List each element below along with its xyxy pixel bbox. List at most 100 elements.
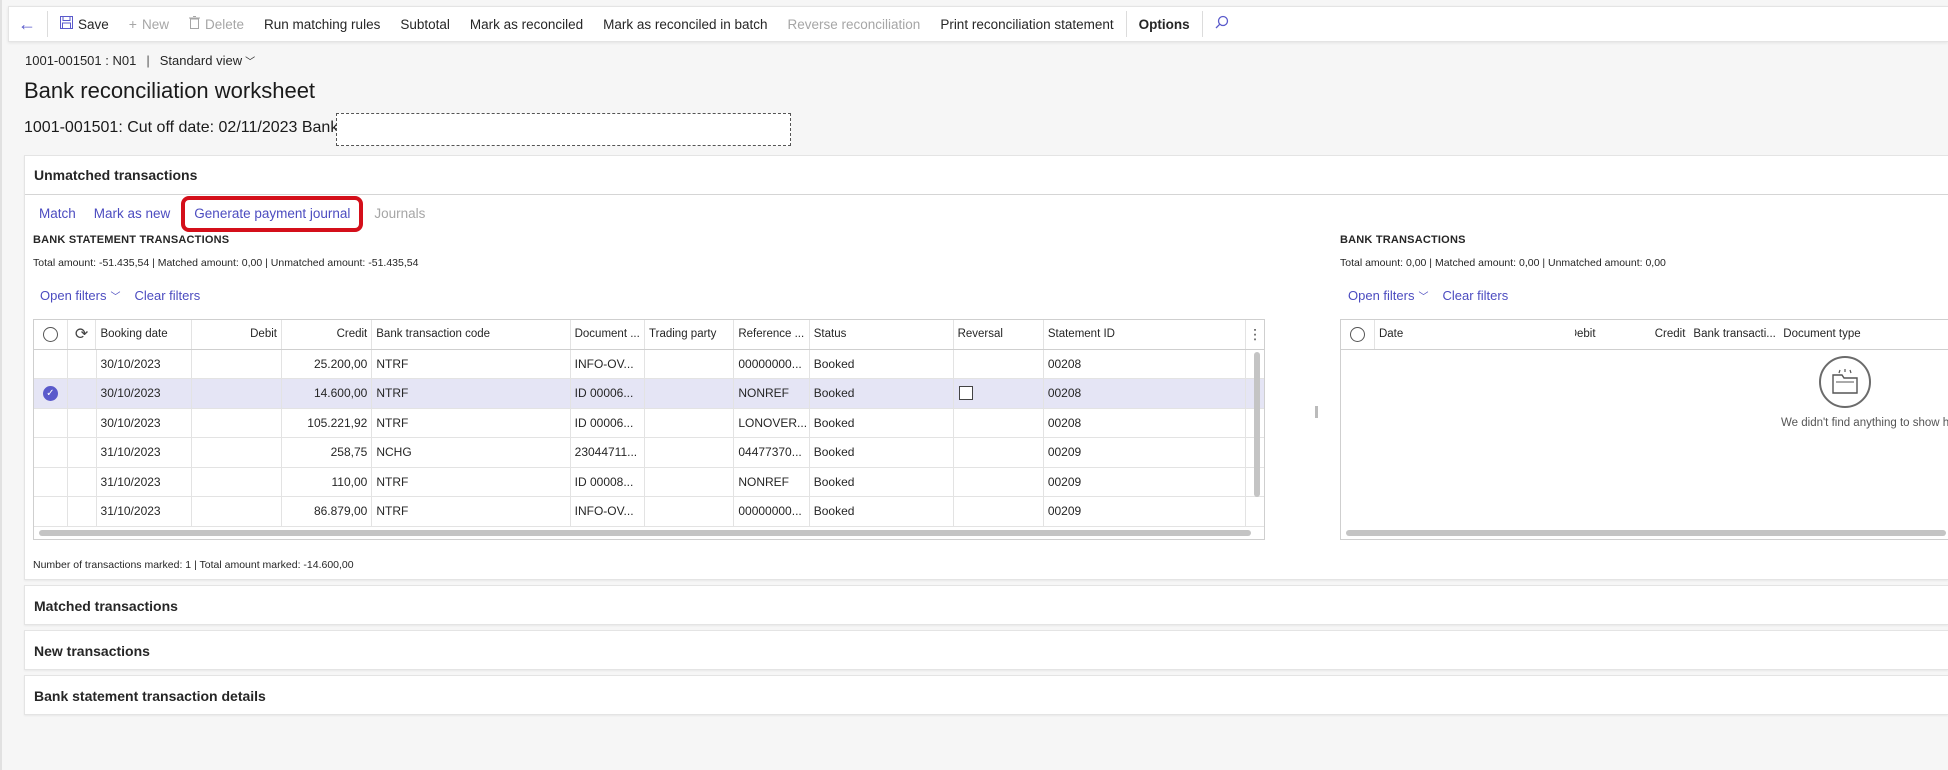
journals-button[interactable]: Journals <box>365 200 434 228</box>
page-title: Bank reconciliation worksheet <box>24 78 316 103</box>
row-spacer <box>68 438 97 467</box>
cell-debit <box>192 349 283 378</box>
empty-state-message: We didn't find anything to show he <box>1781 417 1948 429</box>
run-matching-rules-button[interactable]: Run matching rules <box>254 7 390 41</box>
section-header-details[interactable]: Bank statement transaction details <box>25 676 1948 716</box>
open-filters-button[interactable]: Open filters ﹀ <box>40 288 120 303</box>
plus-icon: + <box>128 16 137 32</box>
pane-splitter-handle[interactable] <box>1315 406 1318 418</box>
cell-bank-transaction-code: NTRF <box>372 497 571 526</box>
refresh-icon[interactable]: ⟳ <box>68 320 97 349</box>
cell-reversal[interactable] <box>954 349 1044 378</box>
cell-reversal[interactable] <box>954 497 1044 526</box>
radio-icon <box>1349 326 1365 342</box>
open-filters-label: Open filters <box>1348 288 1415 303</box>
breadcrumb: 1001-001501 : N01 | Standard view ﹀ <box>25 53 255 68</box>
select-all-radio[interactable] <box>1341 320 1375 349</box>
cell-reversal[interactable] <box>954 408 1044 437</box>
cell-statement-id: 00208 <box>1044 379 1247 408</box>
column-header-reversal[interactable]: Reversal <box>954 320 1044 349</box>
section-header-matched[interactable]: Matched transactions <box>25 586 1948 626</box>
clear-filters-button[interactable]: Clear filters <box>134 288 200 303</box>
cell-statement-id: 00209 <box>1044 467 1247 496</box>
table-row[interactable]: 30/10/2023 25.200,00 NTRF INFO-OV... 0000000… <box>34 349 1264 379</box>
bank-filters: Open filters ﹀ Clear filters <box>1348 288 1508 303</box>
save-button[interactable]: Save <box>50 7 119 41</box>
mark-as-reconciled-batch-button[interactable]: Mark as reconciled in batch <box>593 7 777 41</box>
cell-status: Booked <box>810 497 954 526</box>
chevron-down-icon: ﹀ <box>110 292 121 303</box>
mark-as-new-button[interactable]: Mark as new <box>85 200 180 228</box>
table-row[interactable]: 31/10/2023 110,00 NTRF ID 00008... NONREF Boo… <box>34 467 1264 497</box>
back-arrow-icon[interactable]: ← <box>9 14 45 35</box>
table-row[interactable]: 31/10/2023 258,75 NCHG 23044711... 04477370.… <box>34 438 1264 468</box>
column-header-date[interactable]: Date <box>1375 320 1575 349</box>
column-header-credit[interactable]: Credit <box>1600 320 1690 349</box>
section-header-new[interactable]: New transactions <box>25 631 1948 671</box>
column-header-document[interactable]: Document ... <box>571 320 646 349</box>
column-header-debit[interactable]: Debit <box>1575 320 1600 349</box>
column-header-statement-id[interactable]: Statement ID <box>1044 320 1247 349</box>
column-header-credit[interactable]: Credit <box>282 320 373 349</box>
open-filters-button[interactable]: Open filters ﹀ <box>1348 288 1428 303</box>
row-select-radio[interactable] <box>34 408 68 437</box>
table-row[interactable]: ✓ 30/10/2023 14.600,00 NTRF ID 00006... NONRE… <box>34 379 1264 409</box>
column-header-status[interactable]: Status <box>810 320 954 349</box>
column-header-debit[interactable]: Debit <box>192 320 282 349</box>
row-select-radio[interactable] <box>34 349 68 378</box>
table-row[interactable]: 31/10/2023 86.879,00 NTRF INFO-OV... 0000000… <box>34 497 1264 527</box>
subtotal-button[interactable]: Subtotal <box>390 7 460 41</box>
row-select-radio[interactable] <box>34 438 68 467</box>
delete-button[interactable]: Delete <box>179 7 254 41</box>
cell-reference: LONOVER... <box>734 408 810 437</box>
cell-bank-transaction-code: NTRF <box>372 379 571 408</box>
cell-document: ID 00008... <box>571 467 646 496</box>
column-header-bank-transaction-code[interactable]: Bank transaction code <box>372 320 571 349</box>
statement-totals: Total amount: -51.435,54 | Matched amoun… <box>33 257 419 269</box>
print-reconciliation-statement-button[interactable]: Print reconciliation statement <box>930 7 1123 41</box>
mark-as-reconciled-button[interactable]: Mark as reconciled <box>460 7 593 41</box>
cell-reversal[interactable] <box>954 438 1044 467</box>
bank-field[interactable] <box>336 113 791 146</box>
vertical-scrollbar[interactable] <box>1254 352 1260 497</box>
cell-credit: 110,00 <box>282 467 373 496</box>
row-spacer <box>68 497 97 526</box>
check-icon: ✓ <box>42 385 58 401</box>
section-header-unmatched[interactable]: Unmatched transactions <box>25 156 1948 195</box>
generate-payment-journal-button[interactable]: Generate payment journal <box>181 196 364 232</box>
reverse-reconciliation-button[interactable]: Reverse reconciliation <box>778 7 931 41</box>
horizontal-scrollbar[interactable] <box>39 530 1251 536</box>
trash-icon <box>188 16 200 32</box>
cell-credit: 14.600,00 <box>282 379 373 408</box>
cell-trading-party <box>645 467 735 496</box>
cell-statement-id: 00208 <box>1044 349 1247 378</box>
cell-reversal[interactable] <box>954 467 1044 496</box>
cell-trading-party <box>645 349 735 378</box>
new-button[interactable]: + New <box>119 7 179 41</box>
match-button[interactable]: Match <box>30 200 85 228</box>
view-selector[interactable]: Standard view ﹀ <box>160 53 255 68</box>
column-options-more-icon[interactable]: ⋮ <box>1246 320 1264 349</box>
horizontal-scrollbar[interactable] <box>1346 530 1946 536</box>
column-header-reference[interactable]: Reference ... <box>734 320 810 349</box>
table-row[interactable]: 30/10/2023 105.221,92 NTRF ID 00006... LONOV… <box>34 408 1264 438</box>
clear-filters-button[interactable]: Clear filters <box>1442 288 1508 303</box>
cell-reversal[interactable] <box>954 379 1044 408</box>
record-id: 1001-001501 : N01 <box>25 53 137 68</box>
column-header-document-type[interactable]: Document type <box>1779 320 1948 349</box>
row-select-radio[interactable] <box>34 497 68 526</box>
column-header-trading-party[interactable]: Trading party <box>645 320 735 349</box>
select-all-radio[interactable] <box>34 320 68 349</box>
column-header-booking-date[interactable]: Booking date <box>96 320 192 349</box>
row-select-radio[interactable]: ✓ <box>34 379 68 408</box>
search-icon[interactable] <box>1205 15 1239 34</box>
row-select-radio[interactable] <box>34 467 68 496</box>
reversal-checkbox[interactable] <box>958 386 973 401</box>
cell-statement-id: 00209 <box>1044 438 1247 467</box>
empty-folder-icon <box>1819 356 1871 408</box>
column-header-bank-transaction[interactable]: Bank transacti... <box>1689 320 1779 349</box>
options-tab[interactable]: Options <box>1129 7 1200 41</box>
row-spacer <box>68 467 97 496</box>
bank-statement-transaction-details-section: Bank statement transaction details <box>24 675 1948 715</box>
cell-credit: 86.879,00 <box>282 497 373 526</box>
